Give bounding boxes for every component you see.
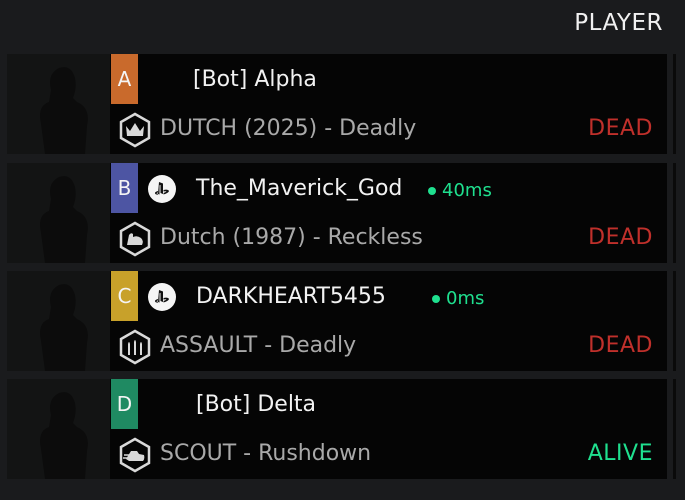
loadout-label: ASSAULT - Deadly (160, 333, 357, 358)
player-name: [Bot] Alpha (193, 67, 317, 92)
player-portrait (7, 379, 110, 479)
status-label: DEAD (588, 225, 653, 250)
row-edge (673, 163, 676, 263)
row-edge (673, 271, 676, 371)
player-row-a[interactable]: A [Bot] Alpha DUTCH (2025) - Deadly DEAD (7, 54, 676, 154)
status-label: DEAD (588, 333, 653, 358)
player-name: [Bot] Delta (196, 392, 317, 417)
loadout-label: SCOUT - Rushdown (160, 441, 372, 466)
player-column-header: PLAYER (574, 10, 663, 36)
player-row-d[interactable]: D [Bot] Delta SCOUT - Rushdown ALIVE (7, 379, 676, 479)
playstation-icon (148, 175, 176, 203)
row-edge (673, 379, 676, 479)
crown-icon (119, 112, 151, 148)
scout-boot-icon (119, 437, 151, 473)
loadout-label: Dutch (1987) - Reckless (160, 225, 423, 250)
ping-dot (428, 186, 436, 195)
player-row-b[interactable]: B The_Maverick_God 40ms Dutch (1987) - R… (7, 163, 676, 263)
loadout-label: DUTCH (2025) - Deadly (160, 116, 417, 141)
ping-value: 40ms (442, 180, 492, 201)
ping-indicator: 0ms (432, 288, 484, 309)
player-portrait (7, 163, 110, 263)
status-label: DEAD (588, 116, 653, 141)
player-name: DARKHEART5455 (196, 284, 386, 309)
ping-value: 0ms (446, 288, 485, 309)
status-label: ALIVE (587, 441, 653, 466)
bullets-icon (119, 329, 151, 365)
player-name: The_Maverick_God (196, 176, 403, 201)
ping-indicator: 40ms (428, 180, 492, 201)
playstation-icon (148, 283, 176, 311)
player-portrait (7, 54, 110, 154)
ping-dot (432, 294, 440, 303)
row-edge (673, 54, 676, 154)
team-badge: A (111, 54, 138, 104)
team-badge: D (111, 379, 138, 429)
team-badge: C (111, 271, 138, 321)
team-badge: B (111, 163, 138, 213)
player-row-c[interactable]: C DARKHEART5455 0ms ASSAULT - Deadly DEA… (7, 271, 676, 371)
player-portrait (7, 271, 110, 371)
flex-arm-icon (119, 221, 151, 257)
